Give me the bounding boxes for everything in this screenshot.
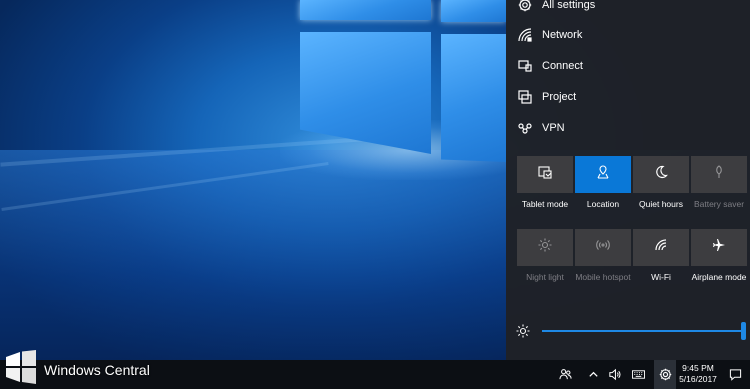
- network-icon: [516, 26, 534, 44]
- window-pane: [441, 0, 506, 22]
- network-label: Network: [542, 29, 583, 41]
- tablet-mode-icon: [538, 165, 552, 184]
- clock-date: 5/16/2017: [679, 374, 717, 384]
- chevron-up-icon[interactable]: [585, 366, 601, 382]
- clock-time: 9:45 PM: [682, 363, 714, 373]
- window-pane: [300, 0, 431, 20]
- gear-icon: [516, 0, 534, 14]
- wifi-tile[interactable]: [633, 229, 689, 266]
- windows-logo-icon: [4, 350, 38, 389]
- notification-icon[interactable]: [727, 366, 743, 382]
- quiet-hours-label: Quiet hours: [639, 199, 683, 209]
- action-center-panel: All settings Network Connect Project VPN…: [506, 0, 750, 360]
- people-icon[interactable]: [557, 366, 573, 382]
- network-link[interactable]: Network: [516, 22, 746, 48]
- tablet-mode-tile[interactable]: [517, 156, 573, 193]
- moon-icon: [654, 165, 668, 184]
- airplane-icon: [712, 238, 726, 257]
- location-icon: [596, 165, 610, 184]
- night-light-tile[interactable]: [517, 229, 573, 266]
- project-label: Project: [542, 91, 577, 103]
- mobile-hotspot-label: Mobile hotspot: [575, 272, 631, 282]
- wifi-label: Wi-Fi: [651, 272, 671, 282]
- quiet-hours-tile[interactable]: [633, 156, 689, 193]
- gear-icon[interactable]: [657, 366, 673, 382]
- sun-icon: [538, 238, 552, 257]
- airplane-mode-tile[interactable]: [691, 229, 747, 266]
- vpn-label: VPN: [542, 122, 565, 134]
- connect-link[interactable]: Connect: [516, 53, 746, 79]
- all-settings-label: All settings: [542, 0, 596, 11]
- airplane-mode-label: Airplane mode: [691, 272, 747, 282]
- vpn-icon: [516, 119, 534, 137]
- all-settings-link[interactable]: All settings: [516, 0, 746, 18]
- brightness-icon: [516, 324, 530, 338]
- night-light-label: Night light: [526, 272, 564, 282]
- location-label: Location: [586, 199, 620, 209]
- volume-icon[interactable]: [606, 366, 622, 382]
- brightness-track[interactable]: [542, 330, 744, 332]
- connect-icon: [516, 57, 534, 75]
- battery-saver-tile[interactable]: [691, 156, 747, 193]
- window-pane: [441, 34, 506, 162]
- keyboard-icon[interactable]: [630, 366, 646, 382]
- project-icon: [516, 88, 534, 106]
- vpn-link[interactable]: VPN: [516, 115, 746, 141]
- watermark: Windows Central: [4, 350, 150, 389]
- taskbar-clock[interactable]: 9:45 PM 5/16/2017: [675, 363, 721, 385]
- project-link[interactable]: Project: [516, 84, 746, 110]
- wifi-icon: [654, 238, 668, 257]
- tablet-mode-label: Tablet mode: [521, 199, 569, 209]
- battery-saver-label: Battery saver: [693, 199, 745, 209]
- leaf-icon: [712, 165, 726, 184]
- brightness-thumb[interactable]: [741, 322, 746, 340]
- connect-label: Connect: [542, 60, 583, 72]
- watermark-text: Windows Central: [44, 361, 150, 378]
- mobile-hotspot-tile[interactable]: [575, 229, 631, 266]
- location-tile[interactable]: [575, 156, 631, 193]
- brightness-slider[interactable]: [516, 320, 750, 342]
- hotspot-icon: [596, 238, 610, 257]
